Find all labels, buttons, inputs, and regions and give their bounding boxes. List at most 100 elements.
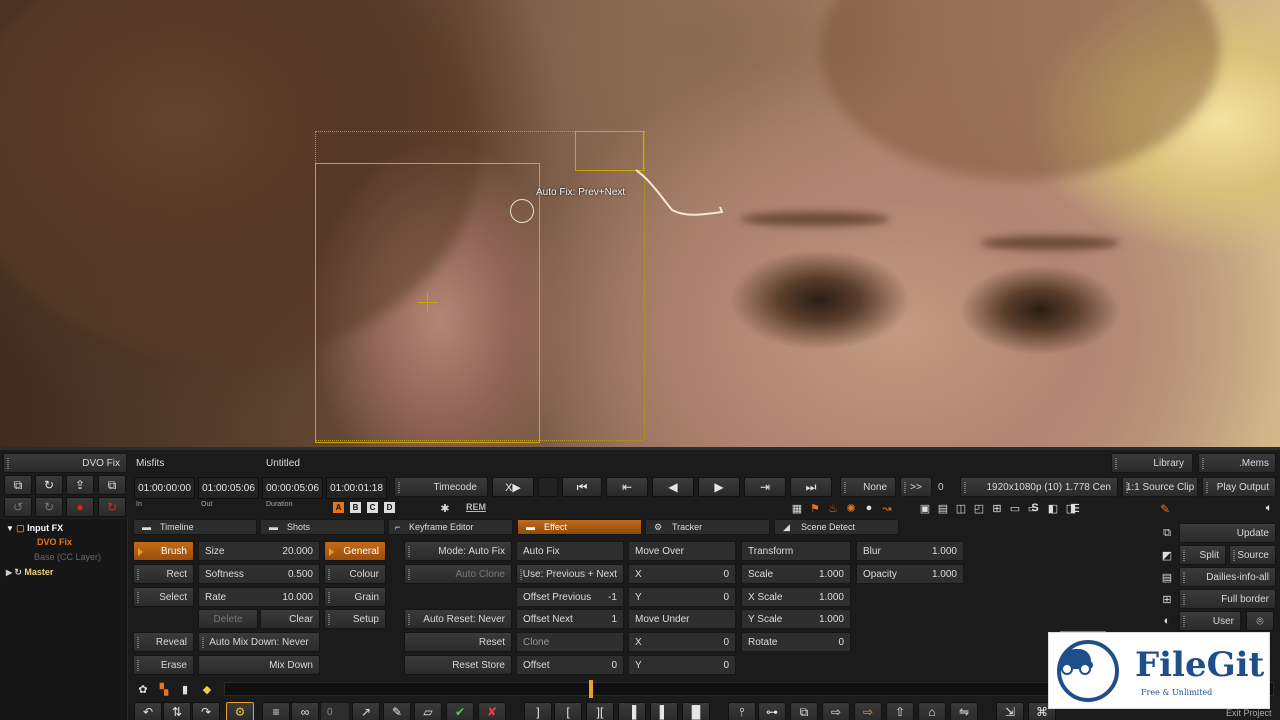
- speaker-icon[interactable]: 🔈︎: [1262, 501, 1276, 515]
- undo-icon[interactable]: ↶: [134, 702, 162, 720]
- layer-add-icon[interactable]: ⧉: [4, 475, 32, 495]
- bracket-block2-icon[interactable]: ▌: [650, 702, 678, 720]
- use-dropdown[interactable]: Use: Previous + Next: [516, 564, 624, 584]
- go-end-icon[interactable]: ⇥: [744, 477, 786, 497]
- center-crosshair[interactable]: [418, 293, 438, 313]
- tree-input-fx[interactable]: ▼ ▢ Input FX: [6, 523, 63, 534]
- resolution-dropdown[interactable]: 1920x1080p (10) 1.778 Cen: [960, 477, 1118, 497]
- upload-icon[interactable]: ⇪: [66, 475, 94, 495]
- full-border-button[interactable]: Full border: [1179, 589, 1276, 609]
- bookmark-icon[interactable]: ▚: [157, 682, 171, 696]
- go-start-icon[interactable]: ⇤: [606, 477, 648, 497]
- chevrons-button[interactable]: >>: [900, 477, 932, 497]
- redo-layer-icon[interactable]: ↻: [35, 497, 63, 517]
- blur-field[interactable]: Blur 1.000: [856, 541, 964, 561]
- grain-button[interactable]: Grain: [324, 587, 386, 607]
- bracket-left-icon[interactable]: [: [554, 702, 582, 720]
- letter-a-badge[interactable]: A: [333, 502, 344, 513]
- join-icon[interactable]: ⊶: [758, 702, 786, 720]
- move-over-y-field[interactable]: Y0: [628, 587, 736, 607]
- in-timecode[interactable]: 01:00:00:00: [134, 477, 195, 499]
- blank-transport-button[interactable]: [538, 477, 558, 497]
- update-button[interactable]: Update: [1179, 523, 1276, 543]
- frame-field[interactable]: 0: [320, 702, 350, 720]
- module-selector[interactable]: DVO Fix: [3, 453, 127, 473]
- mon-icon[interactable]: ▤: [936, 501, 950, 515]
- border-icon[interactable]: ⊞: [1160, 592, 1174, 606]
- arrow-right-icon[interactable]: ⇨: [822, 702, 850, 720]
- grid-icon[interactable]: ▦: [790, 501, 804, 515]
- split-view-icon[interactable]: ◫: [954, 501, 968, 515]
- undo-layer-icon[interactable]: ↺: [4, 497, 32, 517]
- play-icon[interactable]: ▶: [698, 477, 740, 497]
- source-clip-button[interactable]: 1:1 Source Clip: [1122, 477, 1198, 497]
- redo-icon[interactable]: ↷: [192, 702, 220, 720]
- link-fx-icon[interactable]: ♨: [826, 501, 840, 515]
- clone-field[interactable]: Clone: [516, 632, 624, 652]
- letter-b-badge[interactable]: B: [350, 502, 361, 513]
- contrast-icon[interactable]: ◐: [1160, 614, 1174, 628]
- compare-icon[interactable]: ▣: [918, 501, 932, 515]
- brush-button[interactable]: Brush: [133, 541, 194, 561]
- arrow-right-orange-icon[interactable]: ⇨: [854, 702, 882, 720]
- source-button[interactable]: Source: [1229, 545, 1276, 565]
- letter-c-badge[interactable]: C: [367, 502, 378, 513]
- step-back-icon[interactable]: ◀: [652, 477, 694, 497]
- auto-mix-down-button[interactable]: Auto Mix Down: Never: [198, 632, 320, 652]
- x-play-icon[interactable]: X▶: [492, 477, 534, 497]
- scale-field[interactable]: Scale 1.000: [741, 564, 851, 584]
- letter-d-badge[interactable]: D: [384, 502, 395, 513]
- home-icon[interactable]: ⌂: [918, 702, 946, 720]
- curve-icon[interactable]: ↝: [880, 501, 894, 515]
- timecode-mode-button[interactable]: Timecode: [394, 477, 488, 497]
- delete-button[interactable]: Delete: [198, 609, 258, 629]
- tree-expand-icon[interactable]: ▼: [6, 524, 16, 533]
- move-over-x-field[interactable]: X0: [628, 564, 736, 584]
- move-under-x-field[interactable]: X0: [628, 632, 736, 652]
- circle-fill-icon[interactable]: ●: [862, 501, 876, 515]
- swap-icon[interactable]: ⇋: [950, 702, 978, 720]
- auto-reset-button[interactable]: Auto Reset: Never: [404, 609, 512, 629]
- softness-field[interactable]: Softness 0.500: [198, 564, 320, 584]
- palette-icon[interactable]: ✿: [136, 682, 150, 696]
- colour-button[interactable]: Colour: [324, 564, 386, 584]
- copy-layer-icon[interactable]: ⧉: [98, 475, 126, 495]
- dailies-button[interactable]: Dailies-info-all: [1179, 567, 1276, 587]
- update-icon[interactable]: ⧉: [1160, 526, 1174, 540]
- library-button[interactable]: Library: [1111, 453, 1193, 473]
- sort-icon[interactable]: ⇅: [163, 702, 191, 720]
- star-icon[interactable]: ✱: [438, 501, 452, 515]
- erase-button[interactable]: Erase: [133, 655, 194, 675]
- tree-base[interactable]: Base (CC Layer): [34, 552, 101, 562]
- clear-button[interactable]: Clear: [260, 609, 320, 629]
- select-button[interactable]: Select: [133, 587, 194, 607]
- active-tool-icon[interactable]: ⚙: [226, 702, 254, 720]
- export-icon[interactable]: ⇲: [996, 702, 1024, 720]
- tab-keyframe-editor[interactable]: ⌐ Keyframe Editor: [388, 519, 513, 535]
- brush-cursor[interactable]: [510, 199, 534, 223]
- mems-button[interactable]: .Mems: [1198, 453, 1276, 473]
- setup-button[interactable]: Setup: [324, 609, 386, 629]
- bracket-block-icon[interactable]: ▐: [618, 702, 646, 720]
- auto-clone-button[interactable]: Auto Clone: [404, 564, 512, 584]
- diamond-icon[interactable]: ◆: [200, 682, 214, 696]
- out-timecode[interactable]: 01:00:05:06: [198, 477, 259, 499]
- rate-field[interactable]: Rate 10.000: [198, 587, 320, 607]
- offset-field[interactable]: Offset 0: [516, 655, 624, 675]
- mode-button[interactable]: Mode: Auto Fix: [404, 541, 512, 561]
- edit-icon[interactable]: ✎: [383, 702, 411, 720]
- mix-down-button[interactable]: Mix Down: [198, 655, 320, 675]
- rotate-field[interactable]: Rotate 0: [741, 632, 851, 652]
- reset-store-button[interactable]: Reset Store: [404, 655, 512, 675]
- reset-button[interactable]: Reset: [404, 632, 512, 652]
- frame-offset[interactable]: 0: [938, 482, 944, 493]
- mask-icon[interactable]: ◧: [1046, 501, 1060, 515]
- page-icon[interactable]: ▮: [178, 682, 192, 696]
- none-dropdown[interactable]: None: [840, 477, 896, 497]
- tab-tracker[interactable]: ⚙ Tracker: [645, 519, 770, 535]
- prev-mark-icon[interactable]: ⏮: [562, 477, 602, 497]
- tab-scene-detect[interactable]: ◢ Scene Detect: [774, 519, 899, 535]
- reset-red-icon[interactable]: ↻: [98, 497, 126, 517]
- overlay-view-icon[interactable]: ◰: [972, 501, 986, 515]
- split-clip-icon[interactable]: ⫯: [728, 702, 756, 720]
